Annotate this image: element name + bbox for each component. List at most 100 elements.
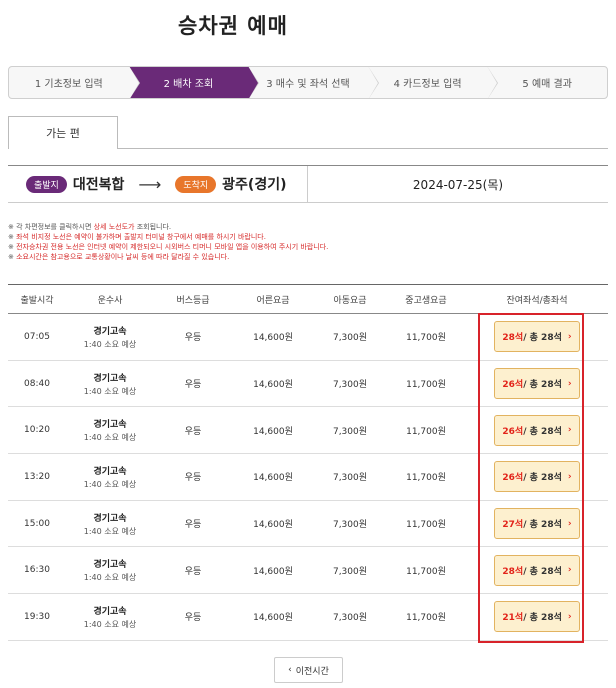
adult-fare: 14,600원 <box>253 473 293 484</box>
teen-fare: 11,700원 <box>406 426 446 437</box>
available-seats: 28석 <box>502 333 524 344</box>
duration: 1:40 소요 예상 <box>83 479 137 489</box>
notice-item: ※ 소요시간은 참고용으로 교통상황이나 날씨 등에 따라 달라질 수 있습니다… <box>8 252 608 262</box>
step-label: 1 기초정보 입력 <box>34 79 103 90</box>
teen-fare: 11,700원 <box>406 613 446 624</box>
seat-select-button[interactable]: 26석 / 총 28석 › <box>494 414 580 446</box>
previous-time-label: 이전시간 <box>295 666 329 677</box>
step-label: 3 매수 및 좌석 선택 <box>266 79 350 90</box>
table-row[interactable]: 10:20 경기고속 1:40 소요 예상 우등 14,600원 7,300원 11,700… <box>8 407 608 455</box>
notice-list: ※ 각 차편정보를 클릭하시면 상세 노선도가 조회됩니다. ※ 좌석 비지정 … <box>8 222 608 262</box>
departure-time: 19:30 <box>24 611 50 622</box>
duration: 1:40 소요 예상 <box>83 573 137 583</box>
arrival-badge: 도착지 <box>175 175 217 193</box>
child-fare: 7,300원 <box>332 520 368 531</box>
table-row[interactable]: 16:30 경기고속 1:40 소요 예상 우등 14,600원 7,300원 11,700… <box>8 547 608 595</box>
tab-outbound[interactable]: 가는 편 <box>8 116 118 149</box>
teen-fare: 11,700원 <box>406 380 446 391</box>
departure-time: 15:00 <box>24 518 50 529</box>
total-seats: / 총 28석 <box>523 333 562 344</box>
departure-time: 07:05 <box>24 331 50 342</box>
adult-fare: 14,600원 <box>253 566 293 577</box>
total-seats: / 총 28석 <box>523 566 562 577</box>
available-seats: 26석 <box>502 426 524 437</box>
available-seats: 26석 <box>502 473 524 484</box>
company-name: 경기고속 <box>93 466 127 477</box>
table-row[interactable]: 07:05 경기고속 1:40 소요 예상 우등 14,600원 7,300원 11,700… <box>8 314 608 361</box>
total-seats: / 총 28석 <box>523 613 562 624</box>
duration: 1:40 소요 예상 <box>83 433 137 443</box>
table-row[interactable]: 15:00 경기고속 1:40 소요 예상 우등 14,600원 7,300원 11,700… <box>8 501 608 548</box>
company-name: 경기고속 <box>93 420 127 431</box>
seat-cell: 26석 / 총 28석 › <box>466 368 608 400</box>
teen-fare: 11,700원 <box>406 333 446 344</box>
departure-badge: 출발지 <box>26 175 67 193</box>
bus-grade: 우등 <box>184 473 202 484</box>
bus-grade: 우등 <box>184 613 202 624</box>
seat-cell: 27석 / 총 28석 › <box>466 508 608 540</box>
departure-time: 08:40 <box>24 378 50 389</box>
company-cell: 경기고속 1:40 소요 예상 <box>66 464 154 490</box>
chevron-right-icon: › <box>567 378 572 389</box>
seat-cell: 28석 / 총 28석 › <box>466 321 608 353</box>
step-label: 2 배차 조회 <box>163 79 214 90</box>
notice-highlight: 좌석 비지정 노선은 예약이 불가하며 출발지 터미널 창구에서 예매를 하시기… <box>16 233 266 241</box>
notice-item: ※ 전자승차권 전용 노선은 인터넷 예약이 제한되오니 시외버스 티머니 모바… <box>8 242 608 252</box>
progress-steps: 1 기초정보 입력 2 배차 조회 3 매수 및 좌석 선택 4 카드정보 입력… <box>8 66 608 99</box>
child-fare: 7,300원 <box>332 380 368 391</box>
header-company: 운수사 <box>97 295 123 306</box>
header-adult-fare: 어른요금 <box>256 295 290 306</box>
step-5: 5 예매 결과 <box>487 67 607 98</box>
child-fare: 7,300원 <box>332 566 368 577</box>
previous-time-button[interactable]: ‹ 이전시간 <box>274 657 343 683</box>
seat-cell: 21석 / 총 28석 › <box>466 601 608 633</box>
step-label: 4 카드정보 입력 <box>393 79 462 90</box>
notice-item: ※ 각 차편정보를 클릭하시면 상세 노선도가 조회됩니다. <box>8 222 608 232</box>
notice-text: 조회됩니다. <box>134 223 172 231</box>
step-label: 5 예매 결과 <box>522 79 572 90</box>
table-row[interactable]: 08:40 경기고속 1:40 소요 예상 우등 14,600원 7,300원 11,700… <box>8 361 608 408</box>
seat-select-button[interactable]: 26석 / 총 28석 › <box>494 368 580 400</box>
total-seats: / 총 28석 <box>523 426 562 437</box>
seat-select-button[interactable]: 26석 / 총 28석 › <box>494 461 580 493</box>
notice-highlight: 상세 노선도가 <box>93 223 135 231</box>
duration: 1:40 소요 예상 <box>83 526 137 536</box>
notice-text: ※ 각 차편정보를 클릭하시면 <box>8 223 94 231</box>
company-name: 경기고속 <box>93 606 127 617</box>
total-seats: / 총 28석 <box>523 520 562 531</box>
company-cell: 경기고속 1:40 소요 예상 <box>66 511 154 537</box>
seat-select-button[interactable]: 28석 / 총 28석 › <box>494 321 580 353</box>
bus-grade: 우등 <box>184 566 202 577</box>
company-cell: 경기고속 1:40 소요 예상 <box>66 371 154 397</box>
header-seats: 잔여좌석/총좌석 <box>506 295 568 306</box>
table-row[interactable]: 19:30 경기고속 1:40 소요 예상 우등 14,600원 7,300원 11,700… <box>8 594 608 641</box>
departure-time: 13:20 <box>24 471 50 482</box>
notice-text: ※ <box>8 253 17 261</box>
teen-fare: 11,700원 <box>406 520 446 531</box>
notice-text: ※ <box>8 233 17 241</box>
table-row[interactable]: 13:20 경기고속 1:40 소요 예상 우등 14,600원 7,300원 11,700… <box>8 454 608 501</box>
notice-item: ※ 좌석 비지정 노선은 예약이 불가하며 출발지 터미널 창구에서 예매를 하… <box>8 232 608 242</box>
duration: 1:40 소요 예상 <box>83 619 137 629</box>
seat-select-button[interactable]: 21석 / 총 28석 › <box>494 601 580 633</box>
header-teen-fare: 중고생요금 <box>405 295 447 306</box>
company-cell: 경기고속 1:40 소요 예상 <box>66 557 154 583</box>
chevron-right-icon: › <box>567 331 572 342</box>
notice-highlight: 소요시간은 참고용으로 교통상황이나 날씨 등에 따라 달라질 수 있습니다. <box>16 253 230 261</box>
departure-time: 16:30 <box>24 565 50 576</box>
seat-select-button[interactable]: 28석 / 총 28석 › <box>494 554 580 586</box>
arrival-terminal: 광주(경기) <box>222 177 287 193</box>
step-1: 1 기초정보 입력 <box>9 67 140 98</box>
page-title: 승차권 예매 <box>178 14 288 38</box>
adult-fare: 14,600원 <box>253 520 293 531</box>
child-fare: 7,300원 <box>332 613 368 624</box>
available-seats: 21석 <box>502 613 524 624</box>
notice-text: ※ <box>8 243 17 251</box>
chevron-right-icon: › <box>567 611 572 622</box>
seat-select-button[interactable]: 27석 / 총 28석 › <box>494 508 580 540</box>
departure-time: 10:20 <box>24 425 50 436</box>
bus-grade: 우등 <box>184 520 202 531</box>
teen-fare: 11,700원 <box>406 566 446 577</box>
company-name: 경기고속 <box>93 513 127 524</box>
chevron-right-icon: › <box>567 565 572 576</box>
